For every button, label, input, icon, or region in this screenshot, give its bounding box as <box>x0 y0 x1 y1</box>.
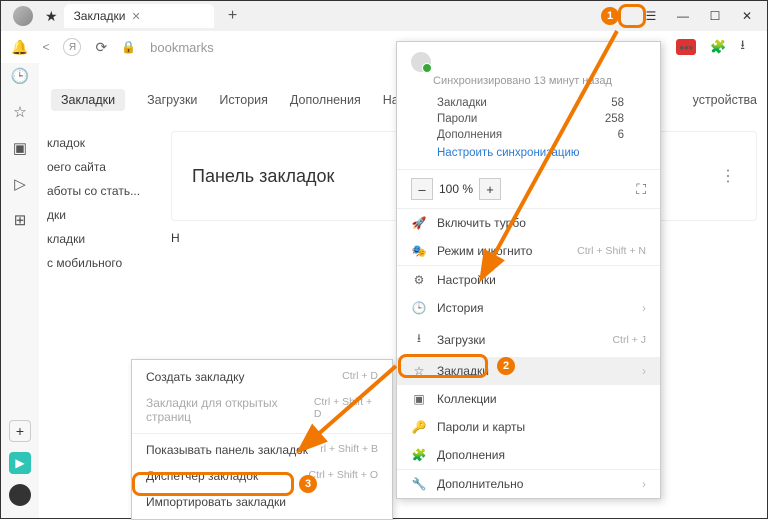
chevron-right-icon: › <box>642 301 646 315</box>
wrench-icon: 🔧 <box>411 477 427 491</box>
music-button[interactable]: ▶ <box>9 452 31 474</box>
collections-icon: ▣ <box>411 392 427 406</box>
card-menu-icon[interactable]: ⋮ <box>720 166 736 186</box>
menu-passwords[interactable]: 🔑Пароли и карты <box>397 413 660 441</box>
sync-block[interactable]: Синхронизировано 13 минут назад <box>397 42 660 95</box>
fullscreen-icon[interactable]: ⛶ <box>636 181 646 198</box>
tree-item[interactable]: с мобильного <box>39 251 169 275</box>
tree-item[interactable]: оего сайта <box>39 155 169 179</box>
zoom-controls: – 100 % + ⛶ <box>397 170 660 208</box>
row-letter: Н <box>171 231 180 245</box>
tree-item[interactable]: дки <box>39 203 169 227</box>
sync-settings-link[interactable]: Настроить синхронизацию <box>397 143 660 169</box>
play-icon[interactable]: ▷ <box>14 175 26 193</box>
badge-1: 1 <box>601 7 619 25</box>
star-icon: ☆ <box>411 364 427 378</box>
zoom-out-button[interactable]: – <box>411 178 433 200</box>
bookmarks-tree: кладок оего сайта аботы со стать... дки … <box>39 131 169 275</box>
menu-history[interactable]: 🕒История› <box>397 294 660 322</box>
sync-stat-addons: Дополнения6 <box>397 127 660 143</box>
apps-icon[interactable]: ⊞ <box>14 211 27 229</box>
card-title: Панель закладок <box>192 166 334 187</box>
extension-icon[interactable]: ••• <box>676 39 696 55</box>
menu-settings[interactable]: ⚙Настройки <box>397 266 660 294</box>
zoom-in-button[interactable]: + <box>479 178 501 200</box>
badge-3: 3 <box>299 475 317 493</box>
maximize-button[interactable]: ☐ <box>701 4 729 28</box>
nav-tab-bookmarks[interactable]: Закладки <box>51 89 125 111</box>
tree-item[interactable]: аботы со стать... <box>39 179 169 203</box>
nav-tab-addons[interactable]: Дополнения <box>290 93 361 107</box>
download-icon[interactable]: ⭳ <box>740 36 745 58</box>
ctx-show-panel[interactable]: Показывать панель закладокrl + Shift + B <box>132 437 392 463</box>
url-text[interactable]: bookmarks <box>150 40 214 55</box>
tree-item[interactable]: кладок <box>39 131 169 155</box>
menu-bookmarks[interactable]: ☆Закладки› <box>397 357 660 385</box>
assistant-button[interactable] <box>9 484 31 506</box>
chevron-right-icon: › <box>642 477 646 491</box>
ctx-bookmark-manager[interactable]: Диспетчер закладокCtrl + Shift + O <box>132 463 392 489</box>
zoom-value: 100 % <box>439 182 473 196</box>
download-icon: ⭳ <box>411 329 427 350</box>
sync-stat-bookmarks: Закладки58 <box>397 95 660 111</box>
menu-downloads[interactable]: ⭳ЗагрузкиCtrl + J <box>397 322 660 357</box>
collections-icon[interactable]: ▣ <box>13 139 27 157</box>
badge-2: 2 <box>497 357 515 375</box>
menu-collections[interactable]: ▣Коллекции <box>397 385 660 413</box>
reload-button[interactable]: ⟳ <box>95 39 107 56</box>
ctx-bookmarks-open-pages: Закладки для открытых страницCtrl + Shif… <box>132 390 392 430</box>
nav-tab-devices[interactable]: устройства <box>693 93 757 107</box>
ctx-import-bookmarks[interactable]: Импортировать закладки <box>132 489 392 515</box>
clock-icon[interactable]: 🕒 <box>11 67 30 85</box>
add-panel-button[interactable]: + <box>9 420 31 442</box>
menu-turbo[interactable]: 🚀Включить турбо <box>397 209 660 237</box>
bookmarks-context-menu: Создать закладкуCtrl + D Закладки для от… <box>131 359 393 520</box>
key-icon: 🔑 <box>411 420 427 434</box>
nav-tab-history[interactable]: История <box>219 93 267 107</box>
puzzle-icon: 🧩 <box>411 448 427 462</box>
close-tab-icon[interactable]: ✕ <box>132 10 141 23</box>
tab-title: Закладки <box>74 9 126 23</box>
nav-tab-downloads[interactable]: Загрузки <box>147 93 197 107</box>
chevron-right-icon: › <box>642 364 646 378</box>
extensions-icon[interactable]: 🧩 <box>710 39 726 55</box>
main-menu-button[interactable]: ☰ <box>637 4 665 28</box>
star-outline-icon[interactable]: ☆ <box>13 103 26 121</box>
menu-more[interactable]: 🔧Дополнительно› <box>397 470 660 498</box>
tree-item[interactable]: кладки <box>39 227 169 251</box>
back-button[interactable]: < <box>42 40 49 54</box>
ctx-create-bookmark[interactable]: Создать закладкуCtrl + D <box>132 364 392 390</box>
minimize-button[interactable]: — <box>669 4 697 28</box>
profile-avatar[interactable] <box>13 6 33 26</box>
close-window-button[interactable]: ✕ <box>733 4 761 28</box>
rocket-icon: 🚀 <box>411 216 427 230</box>
gear-icon: ⚙ <box>411 273 427 287</box>
side-bar: 🕒 ☆ ▣ ▷ ⊞ + ▶ <box>1 63 39 518</box>
menu-incognito[interactable]: 🎭Режим инкогнитоCtrl + Shift + N <box>397 237 660 265</box>
yandex-icon[interactable]: Я <box>63 38 81 56</box>
star-icon[interactable]: ★ <box>45 8 58 25</box>
sync-status: Синхронизировано 13 минут назад <box>433 75 646 87</box>
tab-bar: ★ Закладки ✕ + ☰ — ☐ ✕ <box>1 1 767 31</box>
sync-stat-passwords: Пароли258 <box>397 111 660 127</box>
bell-icon[interactable]: 🔔 <box>11 39 28 56</box>
mask-icon: 🎭 <box>411 244 427 258</box>
main-menu: Синхронизировано 13 минут назад Закладки… <box>396 41 661 499</box>
new-tab-button[interactable]: + <box>222 5 244 27</box>
sync-avatar-icon <box>411 52 431 72</box>
menu-addons[interactable]: 🧩Дополнения <box>397 441 660 469</box>
browser-tab[interactable]: Закладки ✕ <box>64 4 214 28</box>
history-icon: 🕒 <box>411 301 427 315</box>
lock-icon: 🔒 <box>121 40 136 54</box>
